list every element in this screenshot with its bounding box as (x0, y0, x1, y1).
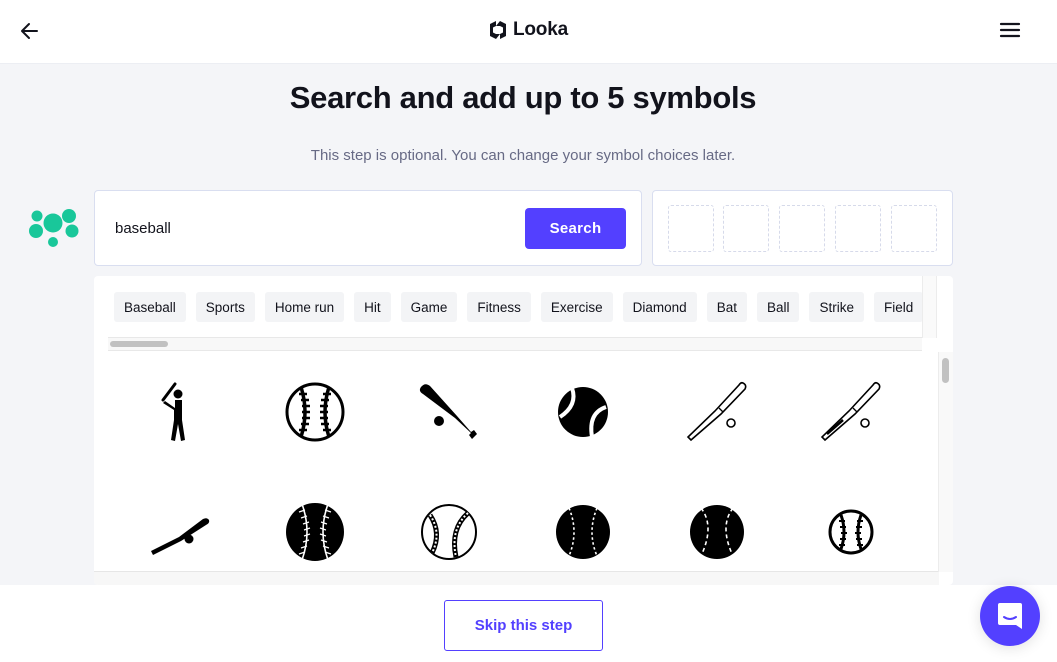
logo[interactable]: Looka (488, 18, 568, 42)
chat-launcher-button[interactable] (980, 586, 1040, 646)
symbol-option[interactable] (114, 352, 248, 472)
tag-sports[interactable]: Sports (195, 292, 255, 322)
symbol-option[interactable] (784, 352, 918, 472)
related-tags: Baseball Sports Home run Hit Game Fitnes… (94, 276, 922, 338)
tags-horizontal-scrollbar[interactable] (108, 337, 922, 351)
tag-strike[interactable]: Strike (809, 292, 864, 322)
chat-bubble-icon (998, 603, 1022, 629)
symbol-option[interactable] (516, 352, 650, 472)
bat-and-ball-icon (419, 384, 477, 439)
tags-vertical-scrollbar[interactable] (922, 276, 937, 338)
skip-step-button[interactable]: Skip this step (444, 600, 603, 651)
logo-text: Looka (513, 19, 568, 40)
symbol-option[interactable] (248, 472, 382, 571)
tag-field[interactable]: Field (873, 292, 922, 322)
symbol-slot[interactable] (668, 205, 714, 252)
baseball-small-outline-icon (828, 509, 874, 555)
tags-scroll-thumb[interactable] (110, 341, 168, 347)
tag-baseball[interactable]: Baseball (114, 292, 186, 322)
ball-solid-icon (558, 387, 608, 438)
baseball-dashed-icon-2 (690, 505, 744, 559)
page-subtitle: This step is optional. You can change yo… (310, 147, 736, 164)
short-bat-ball-icon (151, 518, 210, 555)
tag-ball[interactable]: Ball (756, 292, 800, 322)
top-bar: Looka (0, 0, 1057, 64)
symbol-option[interactable] (114, 472, 248, 571)
hamburger-menu-icon (999, 22, 1021, 38)
search-button[interactable]: Search (525, 208, 626, 249)
symbol-option[interactable] (382, 472, 516, 571)
symbol-slot[interactable] (891, 205, 937, 252)
tag-diamond[interactable]: Diamond (622, 292, 697, 322)
baseball-dashed-icon (556, 505, 610, 559)
tag-fitness[interactable]: Fitness (467, 292, 531, 322)
symbol-slot[interactable] (779, 205, 825, 252)
grid-scroll-thumb[interactable] (942, 358, 949, 383)
back-button[interactable] (18, 19, 42, 43)
tag-game[interactable]: Game (400, 292, 458, 322)
baseball-outline-icon (285, 382, 345, 442)
symbol-grid (114, 352, 918, 571)
selected-symbols-panel (652, 190, 953, 266)
menu-button[interactable] (998, 18, 1022, 42)
page-title: Search and add up to 5 symbols (289, 80, 757, 115)
tag-hit[interactable]: Hit (354, 292, 391, 322)
symbol-option[interactable] (650, 472, 784, 571)
search-box: Search (94, 190, 642, 266)
thin-bat-ball-icon (686, 381, 747, 442)
symbol-slot[interactable] (835, 205, 881, 252)
thin-bat-ball-icon-2 (820, 381, 881, 442)
symbol-option[interactable] (248, 352, 382, 472)
symbol-option[interactable] (382, 352, 516, 472)
grid-horizontal-scrollbar[interactable] (94, 572, 939, 585)
arrow-left-icon (21, 23, 38, 39)
search-input[interactable] (115, 215, 495, 241)
symbol-option[interactable] (516, 472, 650, 571)
tag-home-run[interactable]: Home run (264, 292, 345, 322)
baseball-detailed-icon (421, 504, 477, 560)
baseball-solid-stitched-icon (286, 503, 344, 561)
symbol-option[interactable] (784, 472, 918, 571)
looka-logo-icon (490, 21, 506, 39)
symbol-slot[interactable] (723, 205, 769, 252)
footer: Skip this step (0, 585, 1057, 662)
tag-exercise[interactable]: Exercise (540, 292, 613, 322)
symbol-option[interactable] (650, 352, 784, 472)
symbol-dots-icon (29, 209, 79, 247)
tags-row: Baseball Sports Home run Hit Game Fitnes… (114, 292, 922, 322)
grid-vertical-scrollbar[interactable] (938, 352, 953, 572)
results-panel: Baseball Sports Home run Hit Game Fitnes… (94, 276, 953, 585)
tag-bat[interactable]: Bat (706, 292, 747, 322)
batter-icon (161, 382, 185, 441)
symbol-grid-area (94, 352, 939, 572)
